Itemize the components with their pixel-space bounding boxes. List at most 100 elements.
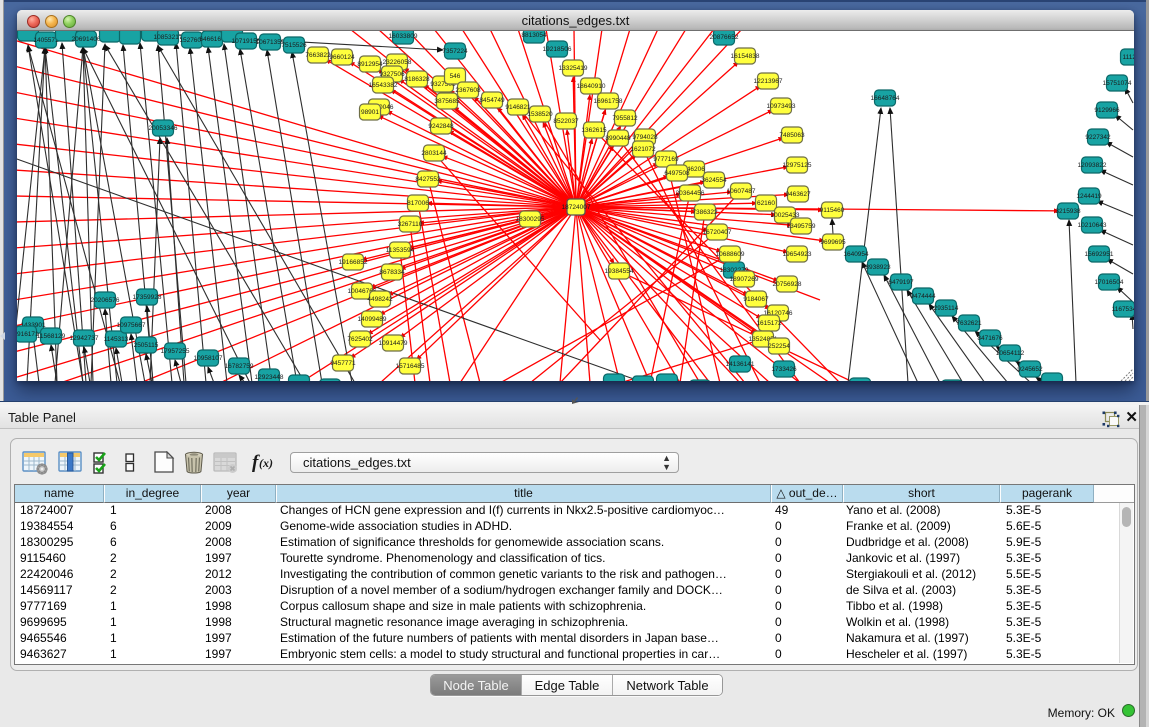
svg-text:19654923: 19654923 [783,251,812,258]
svg-text:2505115: 2505115 [134,342,159,349]
svg-text:13495759: 13495759 [787,223,816,230]
svg-text:7515526: 7515526 [281,42,307,49]
svg-text:10973493: 10973493 [767,103,796,110]
svg-text:7625402: 7625402 [347,336,373,343]
svg-text:3916171: 3916171 [17,331,39,338]
svg-text:8471676: 8471676 [977,335,1003,342]
svg-text:9115460: 9115460 [820,207,845,214]
svg-text:20053346: 20053346 [149,125,178,132]
svg-text:9777169: 9777169 [653,156,679,163]
svg-text:9794028: 9794028 [632,134,658,141]
svg-text:20876652: 20876652 [710,34,739,41]
svg-text:10654112: 10654112 [996,350,1025,357]
svg-text:16154838: 16154838 [731,53,760,60]
svg-text:12942737: 12942737 [70,335,99,342]
svg-text:20364456: 20364456 [676,190,705,197]
svg-text:9245652: 9245652 [1017,366,1043,373]
svg-text:9660124: 9660124 [329,54,355,61]
svg-text:252254: 252254 [768,343,790,350]
svg-text:4498242: 4498242 [367,296,393,303]
svg-text:8813054: 8813054 [521,32,547,39]
svg-text:12093822: 12093822 [1078,162,1107,169]
svg-text:3624554: 3624554 [701,177,727,184]
svg-text:17016504: 17016504 [1095,279,1124,286]
svg-text:12975125: 12975125 [783,162,812,169]
svg-text:11124: 11124 [1122,54,1134,61]
svg-text:3875685: 3875685 [434,98,460,105]
svg-text:7386322: 7386322 [692,209,718,216]
svg-text:18907269: 18907269 [730,276,759,283]
svg-text:20206576: 20206576 [91,297,120,304]
svg-text:1615172: 1615172 [756,320,782,327]
svg-text:8454749: 8454749 [479,97,505,104]
svg-text:12923448: 12923448 [255,374,284,381]
svg-text:8912954: 8912954 [357,61,383,68]
svg-text:8522037: 8522037 [553,118,579,125]
svg-text:7663822: 7663822 [305,52,331,59]
svg-text:9242848: 9242848 [428,123,454,130]
svg-text:7485063: 7485063 [779,132,805,139]
svg-text:1244419: 1244419 [1076,193,1102,200]
svg-text:15751074: 15751074 [1103,80,1132,87]
svg-text:9463627: 9463627 [785,191,811,198]
svg-text:546: 546 [450,73,461,80]
svg-text:1167534: 1167534 [1112,306,1134,313]
svg-text:1640954: 1640954 [843,251,869,258]
svg-text:16648764: 16648764 [871,95,900,102]
svg-text:(x): (x) [259,456,273,470]
svg-text:8186328: 8186328 [404,76,430,83]
svg-text:16543382: 16543382 [369,82,398,89]
svg-text:1362615: 1362615 [581,127,607,134]
svg-text:8678334: 8678334 [379,269,405,276]
svg-text:12213967: 12213967 [754,78,783,85]
svg-text:17359928: 17359928 [133,294,162,301]
svg-text:14136141: 14136141 [726,361,755,368]
svg-text:98901: 98901 [361,109,379,116]
svg-text:19166852: 19166852 [339,259,368,266]
svg-text:817006: 817006 [407,200,429,207]
svg-text:15692951: 15692951 [1085,251,1114,258]
svg-text:16782759: 16782759 [225,363,254,370]
svg-text:2803144: 2803144 [421,150,447,157]
svg-text:18300295: 18300295 [516,216,545,223]
svg-text:7357224: 7357224 [442,48,468,55]
svg-text:10607487: 10607487 [727,188,756,195]
svg-text:9457771: 9457771 [330,360,356,367]
svg-text:20691406: 20691406 [72,36,101,43]
svg-text:8990448: 8990448 [605,135,631,142]
svg-text:11568129: 11568129 [37,333,66,340]
svg-text:10688609: 10688609 [716,251,745,258]
svg-text:1621072: 1621072 [630,146,656,153]
svg-text:16961758: 16961758 [594,98,623,105]
svg-text:2367608: 2367608 [455,87,481,94]
svg-text:7955812: 7955812 [612,115,638,122]
svg-text:14099489: 14099489 [358,316,387,323]
svg-text:16033809: 16033809 [389,33,418,40]
svg-text:9227342: 9227342 [1085,134,1111,141]
svg-text:18640910: 18640910 [577,83,606,90]
svg-text:9474444: 9474444 [910,293,936,300]
svg-text:10210643: 10210643 [1078,222,1107,229]
svg-text:62160: 62160 [757,200,775,207]
svg-text:16720407: 16720407 [703,229,732,236]
svg-text:23226058: 23226058 [383,59,412,66]
svg-text:18724007: 18724007 [562,204,591,211]
svg-text:7632621: 7632621 [956,320,982,327]
svg-text:19384554: 19384554 [605,268,634,275]
svg-text:20756928: 20756928 [773,281,802,288]
svg-text:13325419: 13325419 [559,65,588,72]
svg-text:1733426: 1733426 [771,366,797,373]
svg-text:11353594: 11353594 [386,247,415,254]
svg-text:3215938: 3215938 [1055,208,1081,215]
svg-text:9129966: 9129966 [1094,107,1120,114]
svg-text:1145313: 1145313 [104,336,129,343]
svg-text:19218506: 19218506 [543,46,572,53]
svg-text:15716485: 15716485 [396,363,425,370]
svg-text:10975667: 10975667 [117,322,146,329]
svg-text:3267110: 3267110 [398,221,423,228]
svg-text:8938923: 8938923 [865,264,891,271]
svg-text:2935114: 2935114 [934,305,959,312]
svg-text:9184067: 9184067 [743,296,769,303]
svg-text:6497508: 6497508 [664,170,690,177]
svg-text:1538520: 1538520 [527,111,553,118]
